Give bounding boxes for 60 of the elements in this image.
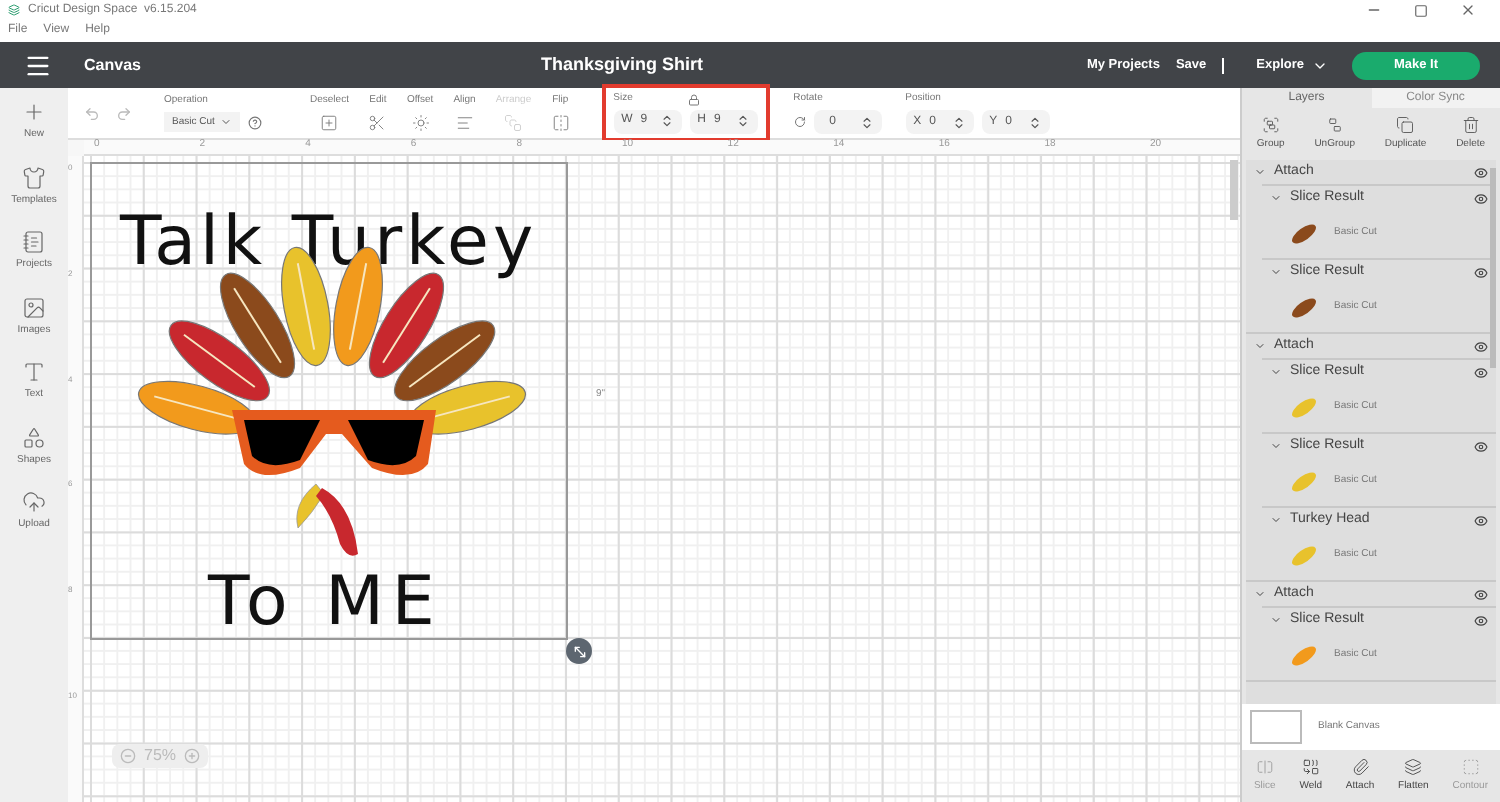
project-title: Thanksgiving Shirt [540, 51, 703, 78]
eye-icon[interactable] [1474, 339, 1488, 353]
scrollbar[interactable] [1490, 168, 1496, 368]
lock-icon[interactable] [688, 94, 701, 106]
shirt-icon [21, 165, 46, 189]
stack-icon [504, 113, 523, 132]
flip-icon [551, 113, 570, 132]
stepper-icon[interactable] [1027, 115, 1042, 130]
eye-icon[interactable] [1474, 191, 1488, 205]
scrollbar[interactable] [1230, 160, 1238, 220]
eye-icon[interactable] [1474, 513, 1488, 527]
canvas-thumbnail [1250, 710, 1302, 744]
group-icon [1261, 115, 1280, 134]
stepper-icon[interactable] [951, 115, 966, 130]
resize-handle[interactable] [566, 638, 592, 664]
picture-icon [22, 295, 46, 319]
layers-icon [1404, 757, 1423, 776]
scissors-icon [368, 113, 387, 132]
caret-icon [1270, 266, 1282, 278]
caret-icon [1254, 588, 1266, 600]
artwork-title-text: Talk Turkey [120, 202, 538, 282]
caret-icon [1270, 614, 1282, 626]
caret-icon [1270, 366, 1282, 378]
caret-icon [1254, 166, 1266, 178]
stepper-icon[interactable] [659, 114, 674, 129]
stepper-icon[interactable] [859, 115, 874, 130]
artwork-bottom-text: To ME [208, 562, 443, 642]
combine-icon [1301, 757, 1320, 776]
eye-icon[interactable] [1474, 587, 1488, 601]
caret-icon [1270, 192, 1282, 204]
copy-icon [1396, 115, 1415, 134]
plus-square-icon [320, 113, 339, 132]
app-logo-icon [8, 4, 20, 16]
ungroup-icon [1325, 115, 1344, 134]
align-icon [455, 113, 474, 132]
close-icon[interactable] [1460, 2, 1476, 18]
text-t-icon [22, 360, 46, 384]
maximize-icon[interactable] [1414, 3, 1428, 17]
shapes-icon [22, 425, 46, 449]
sun-icon [411, 113, 430, 132]
chevron-down-icon [220, 116, 232, 129]
eye-icon[interactable] [1474, 165, 1488, 179]
trash-icon [1461, 115, 1480, 134]
stepper-icon[interactable] [735, 114, 750, 129]
caret-icon [1270, 514, 1282, 526]
paperclip-icon [1351, 757, 1370, 776]
plus-icon [22, 100, 46, 124]
cloud-upload-icon [21, 490, 46, 514]
split-icon [1255, 757, 1274, 776]
caret-icon [1270, 440, 1282, 452]
eye-icon[interactable] [1474, 613, 1488, 627]
section-title: Canvas [84, 53, 141, 77]
rotate-icon [793, 116, 806, 129]
eye-icon[interactable] [1474, 439, 1488, 453]
eye-icon[interactable] [1474, 365, 1488, 379]
caret-icon [1254, 340, 1266, 352]
notebook-icon [22, 230, 46, 254]
menu-icon[interactable] [24, 51, 52, 79]
help-icon[interactable] [248, 115, 262, 130]
eye-icon[interactable] [1474, 265, 1488, 279]
